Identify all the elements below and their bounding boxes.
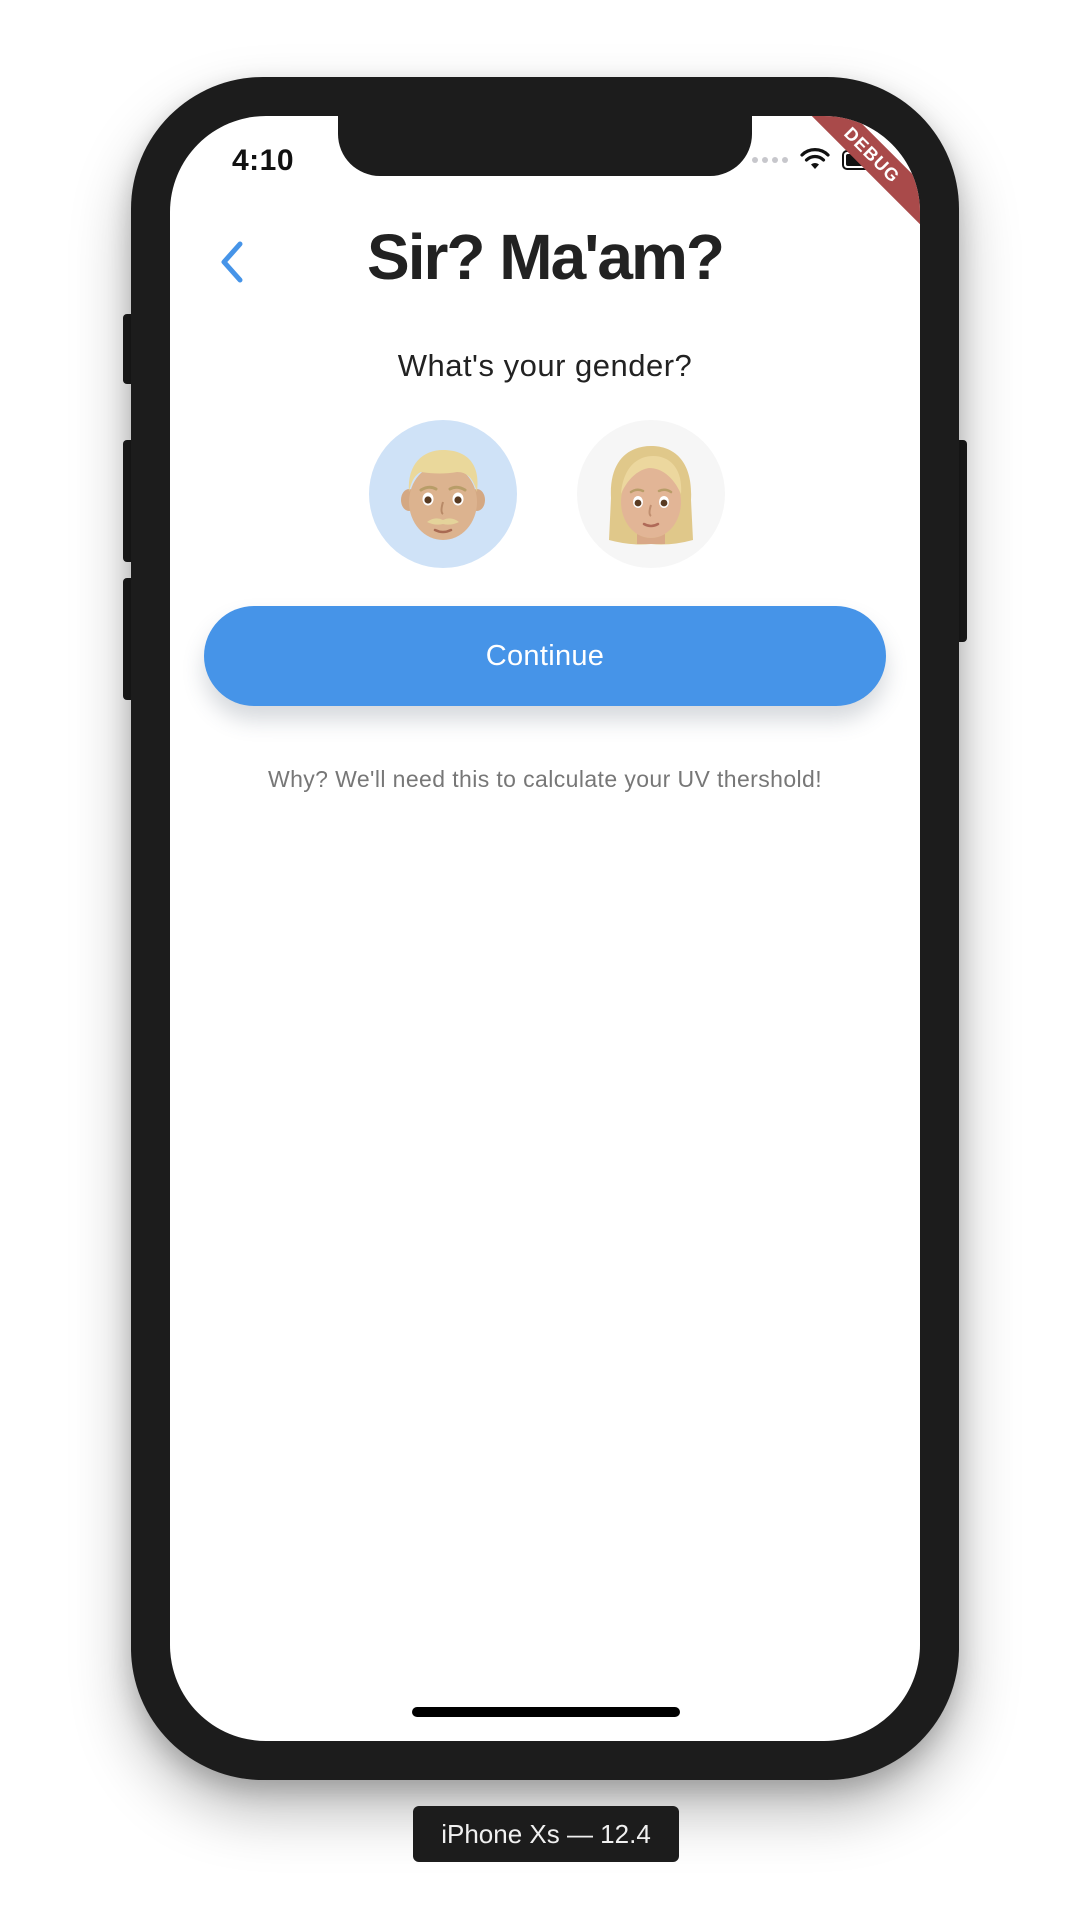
notch [338,116,752,176]
wifi-icon [800,148,830,169]
signal-icon [752,157,788,163]
man-emoji-icon [401,450,485,540]
continue-button[interactable]: Continue [204,606,886,706]
home-indicator[interactable] [412,1707,680,1717]
woman-emoji-icon [609,446,693,545]
gender-hint: Why? We'll need this to calculate your U… [267,766,823,792]
phone-screen: 4:10 DEBUG Sir? Ma'am? What's your gende… [170,116,920,1741]
gender-option-female[interactable] [577,420,725,568]
simulator-stage: 4:10 DEBUG Sir? Ma'am? What's your gende… [0,0,1090,1928]
phone-frame: 4:10 DEBUG Sir? Ma'am? What's your gende… [131,77,959,1780]
device-label: iPhone Xs — 12.4 [413,1806,679,1862]
gender-options [170,420,920,568]
debug-banner: DEBUG [790,116,920,237]
status-time: 4:10 [232,144,295,177]
page-title: Sir? Ma'am? [367,221,725,293]
gender-question: What's your gender? [397,348,693,383]
gender-option-male[interactable] [369,420,517,568]
